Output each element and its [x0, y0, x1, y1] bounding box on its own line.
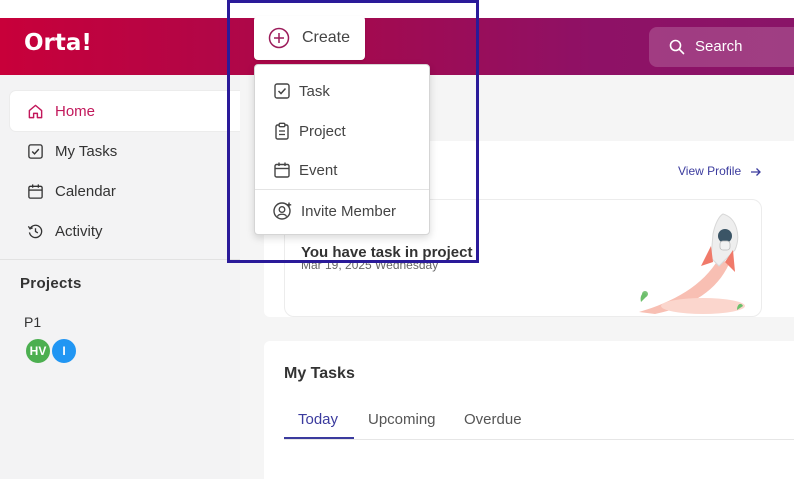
history-icon — [27, 224, 43, 238]
view-profile-link[interactable]: View Profile — [678, 164, 762, 178]
tabs-divider — [284, 439, 794, 440]
avatar[interactable]: I — [50, 337, 78, 365]
checkbox-icon — [28, 143, 43, 159]
sidebar-item-my-tasks[interactable]: My Tasks — [10, 131, 258, 171]
active-tab-indicator — [284, 437, 354, 439]
highlight-box — [227, 0, 479, 263]
project-name[interactable]: P1 — [24, 314, 41, 330]
search-icon — [669, 39, 685, 55]
home-icon — [28, 104, 43, 118]
sidebar-item-label: Home — [55, 102, 96, 120]
sidebar-item-label: My Tasks — [55, 142, 118, 160]
tab-overdue[interactable]: Overdue — [464, 411, 522, 428]
sidebar-item-label: Activity — [55, 222, 103, 240]
search-button[interactable]: Search — [649, 27, 794, 67]
my-tasks-title: My Tasks — [284, 365, 355, 382]
sidebar-item-calendar[interactable]: Calendar — [10, 171, 258, 211]
sidebar-item-label: Calendar — [55, 182, 116, 200]
tab-upcoming[interactable]: Upcoming — [368, 411, 436, 428]
sidebar-item-activity[interactable]: Activity — [10, 211, 258, 251]
sidebar-item-home[interactable]: Home — [10, 91, 258, 131]
calendar-icon — [28, 183, 43, 199]
search-label: Search — [695, 38, 743, 55]
tab-today[interactable]: Today — [298, 411, 338, 428]
app-logo[interactable]: Orta! — [24, 30, 92, 56]
avatar[interactable]: HV — [24, 337, 52, 365]
view-profile-label: View Profile — [678, 164, 742, 178]
arrow-right-icon — [751, 167, 762, 176]
my-tasks-card: My Tasks Today Upcoming Overdue — [264, 341, 794, 479]
rocket-illustration-icon — [639, 213, 745, 314]
sidebar: Home My Tasks Calendar Activity Projects… — [0, 75, 258, 479]
projects-title: Projects — [20, 275, 82, 292]
sidebar-divider — [0, 259, 240, 260]
